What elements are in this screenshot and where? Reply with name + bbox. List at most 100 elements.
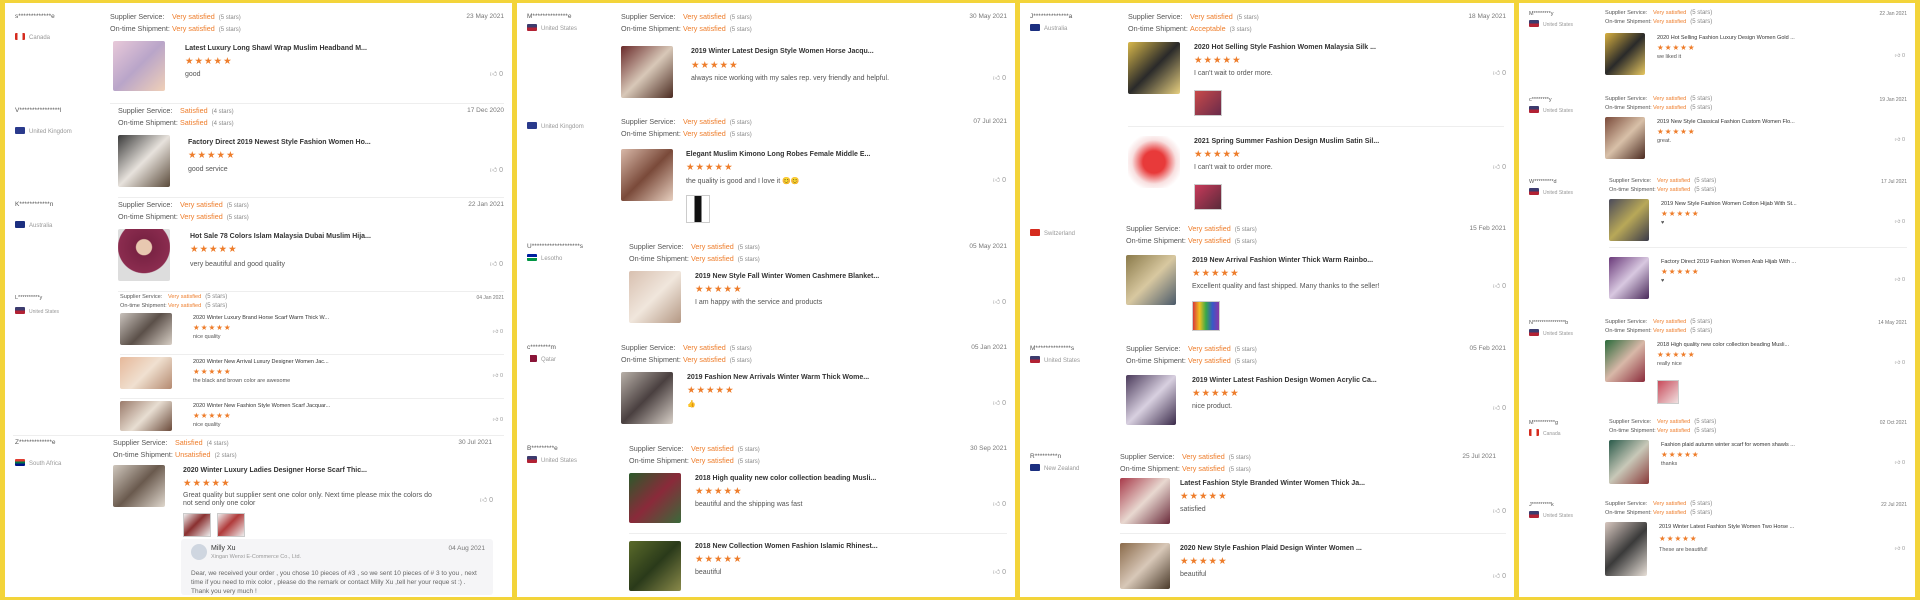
product-thumbnail[interactable] <box>621 149 673 201</box>
like-button[interactable]: 👍︎ 0 <box>993 567 1006 576</box>
like-button[interactable]: 👍︎ 0 <box>480 495 493 504</box>
like-button[interactable]: 👍︎ 0 <box>493 417 503 423</box>
product-title[interactable]: 2019 Winter Latest Fashion Style Women T… <box>1659 524 1794 530</box>
review-photo[interactable] <box>1194 90 1222 116</box>
like-button[interactable]: 👍︎ 0 <box>490 69 503 78</box>
product-title[interactable]: 2018 High quality new color collection b… <box>695 475 876 482</box>
like-button[interactable]: 👍︎ 0 <box>993 175 1006 184</box>
product-thumbnail[interactable] <box>1609 257 1649 299</box>
review-photo[interactable] <box>1192 301 1220 331</box>
product-title[interactable]: 2019 Fashion New Arrivals Winter Warm Th… <box>687 374 869 381</box>
product-thumbnail[interactable] <box>118 135 170 187</box>
reviewer-country: United States <box>1543 190 1574 196</box>
like-button[interactable]: 👍︎ 0 <box>490 165 503 174</box>
product-thumbnail[interactable] <box>629 473 681 523</box>
product-title[interactable]: 2019 New Style Fall Winter Women Cashmer… <box>695 273 879 280</box>
product-title[interactable]: 2018 High quality new color collection b… <box>1657 342 1789 348</box>
product-title[interactable]: Elegant Muslim Kimono Long Robes Female … <box>686 151 870 158</box>
like-button[interactable]: 👍︎ 0 <box>1895 137 1905 143</box>
like-button[interactable]: 👍︎ 0 <box>993 499 1006 508</box>
like-button[interactable]: 👍︎ 0 <box>493 329 503 335</box>
like-button[interactable]: 👍︎ 0 <box>993 297 1006 306</box>
product-thumbnail[interactable] <box>1605 33 1645 75</box>
product-thumbnail[interactable] <box>120 401 172 431</box>
product-title[interactable]: 2019 New Style Fashion Women Cotton Hija… <box>1661 201 1797 207</box>
shipment-rating: Very satisfied <box>1653 328 1687 334</box>
like-button[interactable]: 👍︎ 0 <box>490 259 503 268</box>
like-button[interactable]: 👍︎ 0 <box>1493 281 1506 290</box>
review-photo[interactable] <box>1657 380 1679 404</box>
reviewer-name: M**************e <box>527 13 572 20</box>
product-thumbnail[interactable] <box>621 372 673 424</box>
product-thumbnail[interactable] <box>1120 478 1170 524</box>
like-button[interactable]: 👍︎ 0 <box>1895 546 1905 552</box>
product-title[interactable]: Latest Luxury Long Shawl Wrap Muslim Hea… <box>185 45 367 52</box>
product-thumbnail[interactable] <box>113 465 165 507</box>
product-thumbnail[interactable] <box>1605 340 1645 382</box>
product-thumbnail[interactable] <box>1128 42 1180 94</box>
shipment-rating: Very satisfied <box>168 303 202 309</box>
product-thumbnail[interactable] <box>1126 255 1176 305</box>
supplier-service-label: Supplier Service: <box>1128 12 1183 21</box>
shipment-rating: Very satisfied <box>1182 464 1225 473</box>
product-title[interactable]: 2018 New Collection Women Fashion Islami… <box>695 543 878 550</box>
product-title[interactable]: Factory Direct 2019 Fashion Women Arab H… <box>1661 259 1796 265</box>
flag-icon <box>527 355 537 362</box>
reviewer-name: M**********g <box>1529 420 1559 426</box>
product-title[interactable]: Latest Fashion Style Branded Winter Wome… <box>1180 480 1365 487</box>
like-button[interactable]: 👍︎ 0 <box>993 398 1006 407</box>
product-title[interactable]: 2020 Winter Luxury Ladies Designer Horse… <box>183 467 367 474</box>
like-button[interactable]: 👍︎ 0 <box>993 73 1006 82</box>
product-title[interactable]: 2020 Hot Selling Style Fashion Women Mal… <box>1194 44 1376 51</box>
product-title[interactable]: 2020 Hot Selling Fashion Luxury Design W… <box>1657 35 1795 41</box>
divider <box>1128 126 1504 127</box>
like-button[interactable]: 👍︎ 0 <box>1493 506 1506 515</box>
product-thumbnail[interactable] <box>629 541 681 591</box>
product-thumbnail[interactable] <box>1609 440 1649 484</box>
product-title[interactable]: 2020 Winter New Arrival Luxury Designer … <box>193 359 329 365</box>
like-button[interactable]: 👍︎ 0 <box>1493 571 1506 580</box>
product-thumbnail[interactable] <box>118 229 170 281</box>
product-thumbnail[interactable] <box>1609 199 1649 241</box>
review-photo[interactable] <box>686 195 710 223</box>
product-title[interactable]: Fashion plaid autumn winter scarf for wo… <box>1661 442 1795 448</box>
shipment-rating: Very satisfied <box>691 254 734 263</box>
like-button[interactable]: 👍︎ 0 <box>1895 360 1905 366</box>
review-photo[interactable] <box>183 513 211 537</box>
review-photo[interactable] <box>217 513 245 537</box>
like-button[interactable]: 👍︎ 0 <box>493 373 503 379</box>
product-thumbnail[interactable] <box>621 46 673 98</box>
shipment-rating: Very satisfied <box>691 456 734 465</box>
product-title[interactable]: Hot Sale 78 Colors Islam Malaysia Dubai … <box>190 233 371 240</box>
product-title[interactable]: 2019 Winter Latest Fashion Design Women … <box>1192 377 1377 384</box>
product-thumbnail[interactable] <box>1128 136 1180 188</box>
like-button[interactable]: 👍︎ 0 <box>1895 460 1905 466</box>
product-thumbnail[interactable] <box>1126 375 1176 425</box>
product-title[interactable]: 2019 Winter Latest Design Style Women Ho… <box>691 48 874 55</box>
product-thumbnail[interactable] <box>1605 117 1645 159</box>
like-button[interactable]: 👍︎ 0 <box>1493 68 1506 77</box>
product-title[interactable]: 2021 Spring Summer Fashion Design Muslim… <box>1194 138 1379 145</box>
like-button[interactable]: 👍︎ 0 <box>1895 219 1905 225</box>
product-thumbnail[interactable] <box>120 313 172 345</box>
rating-stars: ★★★★★ <box>1194 149 1242 160</box>
product-title[interactable]: 2020 Winter New Fashion Style Women Scar… <box>193 403 330 409</box>
review-comment: good service <box>188 166 228 173</box>
product-title[interactable]: 2019 New Style Classical Fashion Custom … <box>1657 119 1795 125</box>
review-entry: J**************a Australia Supplier Serv… <box>1020 11 1514 216</box>
product-thumbnail[interactable] <box>629 271 681 323</box>
like-button[interactable]: 👍︎ 0 <box>1493 162 1506 171</box>
product-title[interactable]: 2019 New Arrival Fashion Winter Thick Wa… <box>1192 257 1373 264</box>
product-title[interactable]: 2020 Winter Luxury Brand Horse Scarf War… <box>193 315 329 321</box>
product-title[interactable]: Factory Direct 2019 Newest Style Fashion… <box>188 139 371 146</box>
product-thumbnail[interactable] <box>120 357 172 389</box>
product-title[interactable]: 2020 New Style Fashion Plaid Design Wint… <box>1180 545 1362 552</box>
product-thumbnail[interactable] <box>1120 543 1170 589</box>
product-thumbnail[interactable] <box>1605 522 1647 576</box>
like-button[interactable]: 👍︎ 0 <box>1895 277 1905 283</box>
like-button[interactable]: 👍︎ 0 <box>1895 53 1905 59</box>
supplier-rating: Very satisfied <box>691 444 734 453</box>
product-thumbnail[interactable] <box>113 41 165 91</box>
like-button[interactable]: 👍︎ 0 <box>1493 403 1506 412</box>
review-photo[interactable] <box>1194 184 1222 210</box>
